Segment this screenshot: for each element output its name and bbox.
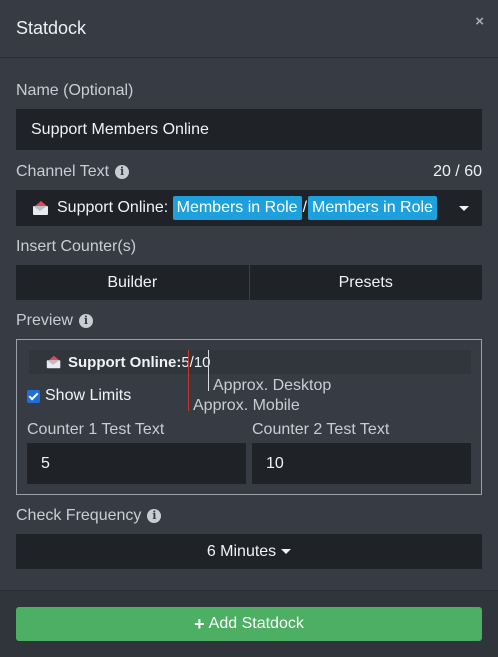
close-icon[interactable]: × [475,14,484,29]
mobile-limit-line [188,350,189,411]
insert-counter-buttons: Builder Presets [16,265,482,300]
modal-title: Statdock [16,18,87,38]
desktop-limit-label: Approx. Desktop [213,377,332,394]
modal-header: Statdock × [0,0,498,58]
add-statdock-button[interactable]: + Add Statdock [16,607,482,641]
info-icon[interactable]: i [78,314,93,328]
counter2-label: Counter 2 Test Text [252,421,390,438]
add-statdock-label: Add Statdock [208,615,304,632]
check-frequency-value: 6 Minutes [206,542,277,560]
builder-button[interactable]: Builder [16,265,249,300]
counter2-input[interactable]: 10 [252,443,471,484]
preview-value: 5/10 [181,353,211,371]
char-count: 20 / 60 [433,163,482,180]
name-input[interactable] [16,109,482,150]
counter-chip-members-in-role[interactable]: Members in Role [308,196,437,220]
modal-footer: + Add Statdock [0,590,498,657]
statdock-modal: Statdock × Name (Optional) Channel Text i… [0,0,498,657]
channel-text-input[interactable]: Support Online: Members in Role / Member… [16,190,482,226]
preview-channel-bar: Support Online: 5/10 [29,350,471,374]
presets-button[interactable]: Presets [248,265,482,300]
mailbox-icon [32,200,50,216]
counter1-label: Counter 1 Test Text [27,421,165,438]
insert-counter-label: Insert Counter(s) [16,238,137,255]
separator-text: / [302,199,308,216]
name-label: Name (Optional) [16,82,134,99]
preview-panel: Support Online: 5/10 Approx. Desktop Appr… [16,339,482,495]
check-frequency-label: Check Frequency i [16,507,162,525]
check-frequency-label-text: Check Frequency [16,507,142,524]
channel-prefix-text: Support Online: [57,199,173,216]
counter-chip-members-in-role[interactable]: Members in Role [172,196,302,220]
preview-label: Preview i [16,312,93,330]
show-limits-label[interactable]: Show Limits [45,387,131,405]
preview-label-text: Preview [16,312,73,329]
mobile-limit-label: Approx. Mobile [193,397,300,414]
info-icon[interactable]: i [147,509,162,523]
plus-icon: + [194,613,205,634]
mailbox-icon [46,355,62,369]
checkbox-checked-icon[interactable] [27,389,40,403]
channel-text-label-text: Channel Text [16,163,110,180]
check-frequency-dropdown[interactable]: 6 Minutes [16,534,482,569]
counter1-input[interactable]: 5 [27,443,246,484]
show-limits-checkbox[interactable]: Show Limits [27,387,131,405]
info-icon[interactable]: i [115,165,130,179]
chevron-down-icon[interactable] [459,206,469,211]
channel-text-label: Channel Text i [16,163,130,181]
desktop-limit-line [208,350,209,391]
caret-down-icon [281,549,292,554]
preview-channel-name: Support Online: [68,353,182,371]
